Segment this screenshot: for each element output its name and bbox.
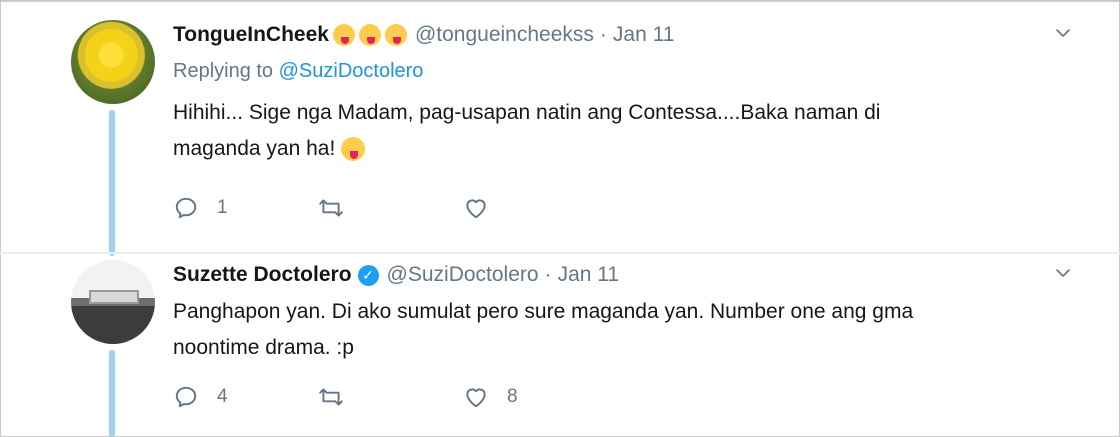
- reply-count: 4: [217, 386, 228, 407]
- replying-to-label: Replying to: [173, 60, 274, 82]
- tweet-text-line: maganda yan ha!: [173, 137, 336, 160]
- top-border: [0, 0, 1120, 2]
- chevron-down-icon[interactable]: [1054, 264, 1072, 282]
- emoji-icon: [332, 24, 355, 46]
- tweet-text-line: Panghapon yan. Di ako sumulat pero sure …: [173, 300, 914, 323]
- tweet-date[interactable]: Jan 11: [558, 263, 620, 287]
- emoji-icon: [341, 137, 366, 162]
- emoji-icon: [384, 24, 407, 46]
- tweet-text-line: noontime drama. :p: [173, 336, 354, 359]
- like-button[interactable]: 8: [463, 384, 608, 410]
- reply-icon: [175, 386, 197, 408]
- retweet-icon: [319, 199, 343, 217]
- separator: ·: [599, 23, 607, 46]
- thread-line: [109, 110, 115, 256]
- verified-icon: ✓: [357, 264, 379, 286]
- tweet-divider: [0, 252, 1120, 254]
- avatar-image-detail: [89, 290, 139, 304]
- tweet[interactable]: Suzette Doctolero ✓ @SuziDoctolero · Jan…: [173, 260, 1080, 408]
- replying-to: Replying to @SuziDoctolero: [173, 60, 1080, 83]
- action-bar: 4 8: [173, 384, 608, 410]
- like-button[interactable]: [463, 195, 608, 221]
- reply-count: 1: [217, 197, 228, 218]
- like-icon: [466, 388, 486, 408]
- avatar[interactable]: [71, 20, 155, 104]
- action-bar: 1: [173, 195, 608, 221]
- reply-icon: [175, 197, 197, 219]
- display-name[interactable]: Suzette Doctolero: [173, 263, 352, 287]
- like-icon: [466, 199, 486, 219]
- chevron-down-icon[interactable]: [1054, 24, 1072, 42]
- avatar[interactable]: [71, 260, 155, 344]
- tweet-header: Suzette Doctolero ✓ @SuziDoctolero · Jan…: [173, 260, 1080, 290]
- tweet-text: Hihihi... Sige nga Madam, pag-usapan nat…: [173, 95, 1033, 167]
- mention-link[interactable]: @SuziDoctolero: [279, 60, 424, 82]
- thread-line: [109, 350, 115, 437]
- retweet-button[interactable]: [318, 384, 463, 410]
- retweet-icon: [319, 388, 343, 406]
- display-name[interactable]: TongueInCheek: [173, 23, 329, 47]
- emoji-icon: [358, 24, 381, 46]
- reply-button[interactable]: 1: [173, 195, 318, 221]
- user-handle[interactable]: @SuziDoctolero: [387, 263, 539, 287]
- tweet-text: Panghapon yan. Di ako sumulat pero sure …: [173, 294, 1033, 366]
- separator: ·: [544, 263, 552, 286]
- tweet-text-line: Hihihi... Sige nga Madam, pag-usapan nat…: [173, 101, 881, 124]
- retweet-button[interactable]: [318, 195, 463, 221]
- tweet-date[interactable]: Jan 11: [613, 23, 675, 47]
- user-handle[interactable]: @tongueincheekss: [415, 23, 594, 47]
- like-count: 8: [507, 386, 518, 407]
- reply-button[interactable]: 4: [173, 384, 318, 410]
- tweet[interactable]: TongueInCheek @tongueincheekss · Jan 11 …: [173, 20, 1080, 219]
- tweet-header: TongueInCheek @tongueincheekss · Jan 11: [173, 20, 1080, 50]
